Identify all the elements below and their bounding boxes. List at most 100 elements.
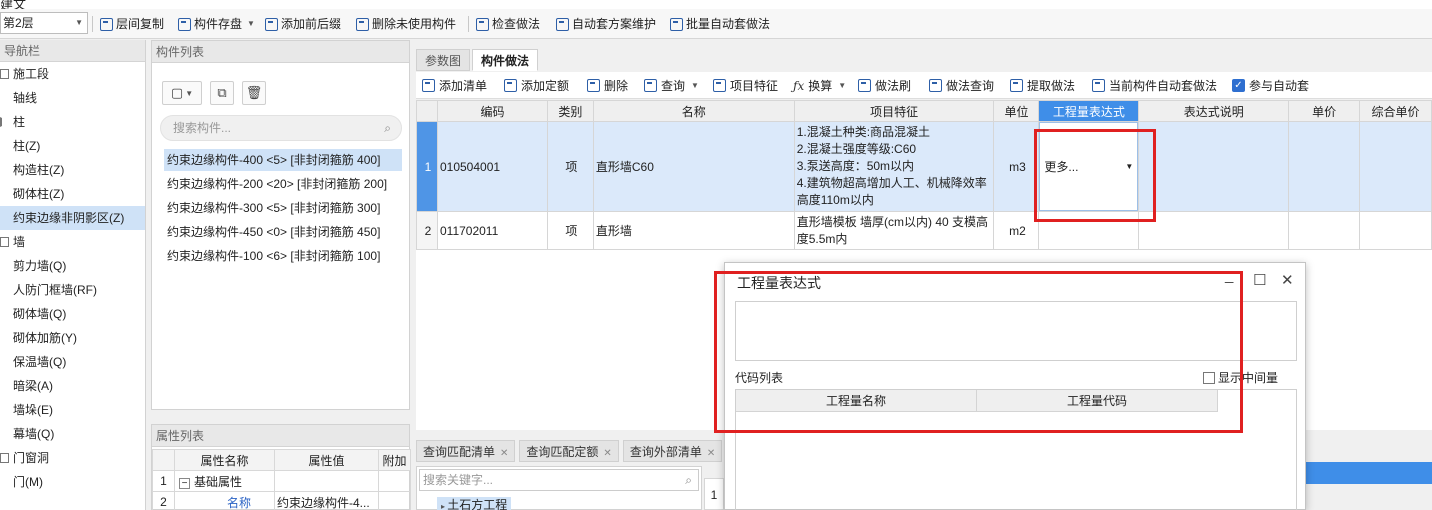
price-cell[interactable] [1288,121,1361,212]
nav-item-civil-defense-door-wall[interactable]: 人防门框墙(RF) [0,278,145,302]
floor-select[interactable]: 第2层 ▼ [0,12,88,34]
tab-query-matching-bill[interactable]: 查询匹配清单 ✕ [416,440,516,462]
unit-cell[interactable]: m3 [993,121,1040,212]
window-title-text: 建文 [0,0,27,9]
extract-icon [1010,79,1023,92]
component-list-actions: ▢ ▼ ⧉ 🗑 [162,81,266,105]
auto-scheme-button[interactable]: 自动套方案维护 [556,9,656,39]
close-icon[interactable]: ✕ [500,448,508,459]
table-row[interactable]: 1 − 基础属性 [152,470,411,492]
segment-icon [0,69,9,79]
add-bill-button[interactable]: 添加清单 [422,72,487,99]
unit-cell[interactable]: m2 [993,211,1040,250]
component-item[interactable]: 约束边缘构件-200 <20> [非封闭箍筋 200] [164,173,402,195]
nav-item-column[interactable]: 柱(Z) [0,134,145,158]
nav-item-curtain-wall[interactable]: 幕墙(Q) [0,422,145,446]
maximize-icon[interactable]: ☐ [1253,271,1266,289]
code-cell[interactable]: 010504001 [436,121,548,212]
delete-component-button[interactable]: 🗑 [242,81,266,105]
nav-item-construction-segment[interactable]: 施工段 [0,62,145,86]
keyword-search-input[interactable]: 搜索关键字... ⌕ [419,469,699,491]
close-icon[interactable]: ✕ [707,448,715,459]
grid-header-price: 单价 [1288,100,1361,122]
collapse-toggle[interactable]: − [179,477,190,489]
duplicate-component-button[interactable]: ⧉ [210,81,234,105]
tree-item-earthwork[interactable]: ▸ 土石方工程 [437,497,512,510]
add-bill-icon [422,79,435,92]
nav-item-wall-group[interactable]: 墙 [0,230,145,254]
code-cell[interactable]: 011702011 [436,211,548,250]
delete-button[interactable]: 删除 [587,72,628,99]
name-cell[interactable]: 直形墙 [592,211,795,250]
total-price-cell[interactable] [1359,211,1432,250]
check-method-button[interactable]: 检查做法 [476,9,540,39]
grid-header-total-price: 综合单价 [1359,100,1432,122]
feature-line: 4.建筑物超高增加人工、机械降效率高度110m以内 [796,176,987,207]
item-feature-button[interactable]: 项目特征 [713,72,778,99]
table-row[interactable]: 1 010504001 项 直形墙C60 1.混凝土种类:商品混凝土 2.混凝土… [416,121,1432,212]
method-query-button[interactable]: 做法查询 [929,72,994,99]
nav-item-masonry-rebar[interactable]: 砌体加筋(Y) [0,326,145,350]
delete-unused-button[interactable]: 删除未使用构件 [356,9,456,39]
nav-item-wall-pier[interactable]: 墙垛(E) [0,398,145,422]
copy-floor-button[interactable]: 层间复制 [100,9,164,39]
nav-item-hidden-beam[interactable]: 暗梁(A) [0,374,145,398]
component-list-panel: 构件列表 ▢ ▼ ⧉ 🗑 搜索构件... ⌕ 约束边缘构件-400 <5> [非封… [151,40,410,410]
component-item[interactable]: 约束边缘构件-400 <5> [非封闭箍筋 400] [164,149,402,171]
save-component-button[interactable]: 构件存盘 ▼ [178,9,255,39]
close-icon[interactable]: ✕ [1281,271,1294,289]
new-component-button[interactable]: ▢ ▼ [162,81,202,105]
nav-item-structural-column[interactable]: 构造柱(Z) [0,158,145,182]
expression-note-cell[interactable] [1138,121,1290,212]
tab-component-method[interactable]: 构件做法 [472,49,539,71]
close-icon[interactable]: ✕ [603,448,611,459]
participate-auto-checkbox[interactable]: ✓ 参与自动套 [1232,72,1309,99]
component-item[interactable]: 约束边缘构件-100 <6> [非封闭箍筋 100] [164,245,402,267]
nav-item-door-window-group[interactable]: 门窗洞 [0,446,145,470]
brush-icon [858,79,871,92]
add-prefix-button[interactable]: 添加前后缀 [265,9,341,39]
selected-result-row[interactable] [1306,462,1432,484]
grid-header-expression-note: 表达式说明 [1138,100,1290,122]
nav-item-insulation-wall[interactable]: 保温墙(Q) [0,350,145,374]
add-quota-icon [504,79,517,92]
convert-button[interactable]: ƒx 换算 ▼ [793,72,846,99]
extract-method-button[interactable]: 提取做法 [1010,72,1075,99]
tab-parameter-diagram[interactable]: 参数图 [416,49,471,71]
current-auto-method-button[interactable]: 当前构件自动套做法 [1092,72,1217,99]
component-search-input[interactable]: 搜索构件... ⌕ [160,115,402,141]
table-row[interactable]: 2 名称 约束边缘构件-4... [152,491,411,510]
nav-item-axis[interactable]: 轴线 [0,86,145,110]
delete-unused-label: 删除未使用构件 [372,17,457,31]
add-quota-button[interactable]: 添加定额 [504,72,569,99]
nav-item-column-group[interactable]: 柱 [0,110,145,134]
component-item[interactable]: 约束边缘构件-450 <0> [非封闭箍筋 450] [164,221,402,243]
expression-note-cell[interactable] [1138,211,1290,250]
features-cell[interactable]: 直形墙模板 墙厚(cm以内) 40 支模高度5.5m内 [793,211,995,250]
query-tabs: 查询匹配清单 ✕ 查询匹配定额 ✕ 查询外部清单 ✕ [416,440,726,462]
type-cell[interactable]: 项 [546,121,594,212]
nav-item-masonry-wall[interactable]: 砌体墙(Q) [0,302,145,326]
tab-query-matching-quota[interactable]: 查询匹配定额 ✕ [519,440,619,462]
tab-query-external-bill[interactable]: 查询外部清单 ✕ [622,440,723,462]
batch-auto-button[interactable]: 批量自动套做法 [670,9,770,39]
query-button[interactable]: 查询 ▼ [644,72,699,99]
total-price-cell[interactable] [1359,121,1432,212]
chevron-down-icon: ▼ [838,81,847,90]
grid-header-type: 类别 [546,100,594,122]
method-brush-button[interactable]: 做法刷 [858,72,911,99]
name-cell[interactable]: 直形墙C60 [592,121,795,212]
table-row[interactable]: 2 011702011 项 直形墙 直形墙模板 墙厚(cm以内) 40 支模高度… [416,211,1432,250]
nav-item-masonry-column[interactable]: 砌体柱(Z) [0,182,145,206]
nav-item-boundary-non-shadow[interactable]: 约束边缘非阴影区(Z) [0,206,145,230]
property-name-cell: − 基础属性 [174,470,275,492]
component-item[interactable]: 约束边缘构件-300 <5> [非封闭箍筋 300] [164,197,402,219]
features-cell[interactable]: 1.混凝土种类:商品混凝土 2.混凝土强度等级:C60 3.泵送高度：50m以内… [793,121,995,212]
property-value-cell[interactable]: 约束边缘构件-4... [274,491,379,510]
nav-item-shear-wall[interactable]: 剪力墙(Q) [0,254,145,278]
column-icon [0,117,9,127]
delete-list-icon [356,17,369,31]
type-cell[interactable]: 项 [546,211,594,250]
price-cell[interactable] [1288,211,1361,250]
nav-item-door[interactable]: 门(M) [0,470,145,494]
